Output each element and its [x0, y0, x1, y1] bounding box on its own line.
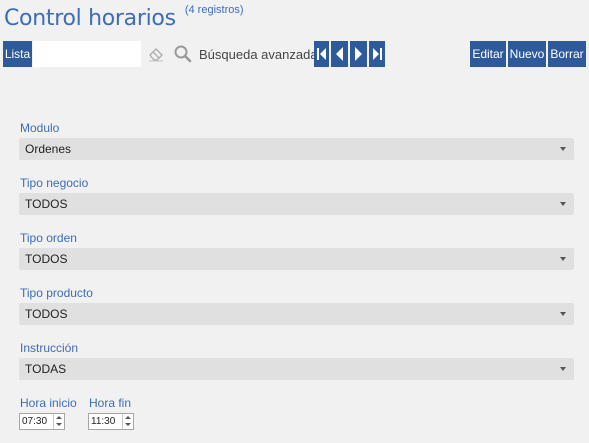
spin-down-icon[interactable]: [56, 423, 62, 426]
spin-down-icon[interactable]: [125, 423, 131, 426]
previous-record-button[interactable]: [331, 41, 348, 67]
last-record-button[interactable]: [369, 41, 385, 67]
page-header: Control horarios (4 registros): [4, 2, 244, 38]
first-record-button[interactable]: [314, 41, 329, 67]
business-type-select[interactable]: TODOS: [19, 193, 574, 215]
business-type-label: Tipo negocio: [20, 176, 89, 190]
end-time-spinner[interactable]: [122, 414, 133, 429]
magnifier-icon[interactable]: [173, 44, 193, 64]
chevron-down-icon: [560, 202, 566, 206]
start-time-value: 07:30: [22, 416, 48, 427]
eraser-icon[interactable]: [146, 44, 166, 64]
chevron-down-icon: [560, 147, 566, 151]
spin-up-icon[interactable]: [125, 416, 131, 419]
chevron-down-icon: [560, 257, 566, 261]
start-time-label: Hora inicio: [20, 396, 77, 410]
order-type-select-value: TODOS: [25, 252, 68, 266]
instruction-label: Instrucción: [20, 341, 79, 355]
start-time-field[interactable]: 07:30: [19, 413, 65, 430]
new-button[interactable]: Nuevo: [508, 41, 546, 67]
delete-button[interactable]: Borrar: [548, 41, 586, 67]
first-record-icon: [317, 48, 326, 60]
search-input[interactable]: [33, 41, 141, 67]
edit-button[interactable]: Editar: [470, 41, 506, 67]
module-label: Modulo: [20, 121, 60, 135]
start-time-spinner[interactable]: [53, 414, 64, 429]
order-type-label: Tipo orden: [20, 231, 77, 245]
spin-up-icon[interactable]: [56, 416, 62, 419]
module-select-value: Ordenes: [25, 142, 72, 156]
next-record-icon: [355, 47, 362, 61]
page-title: Control horarios: [4, 6, 176, 31]
next-record-button[interactable]: [350, 41, 367, 67]
last-record-icon: [373, 48, 382, 60]
record-count: (4 registros): [184, 4, 244, 16]
list-button[interactable]: Lista: [3, 41, 32, 67]
order-type-select[interactable]: TODOS: [19, 248, 574, 270]
instruction-select[interactable]: TODAS: [19, 358, 574, 380]
product-type-label: Tipo producto: [20, 286, 93, 300]
end-time-field[interactable]: 11:30: [88, 413, 134, 430]
previous-record-icon: [336, 47, 343, 61]
product-type-select-value: TODOS: [25, 307, 68, 321]
module-select[interactable]: Ordenes: [19, 138, 574, 160]
end-time-label: Hora fin: [89, 396, 132, 410]
chevron-down-icon: [560, 312, 566, 316]
advanced-search-link[interactable]: Búsqueda avanzada: [199, 41, 318, 67]
chevron-down-icon: [560, 367, 566, 371]
business-type-select-value: TODOS: [25, 197, 68, 211]
end-time-value: 11:30: [91, 416, 116, 427]
instruction-select-value: TODAS: [25, 362, 67, 376]
toolbar: Lista Búsqueda avanzada Editar Nuevo Bor…: [3, 41, 586, 68]
product-type-select[interactable]: TODOS: [19, 303, 574, 325]
